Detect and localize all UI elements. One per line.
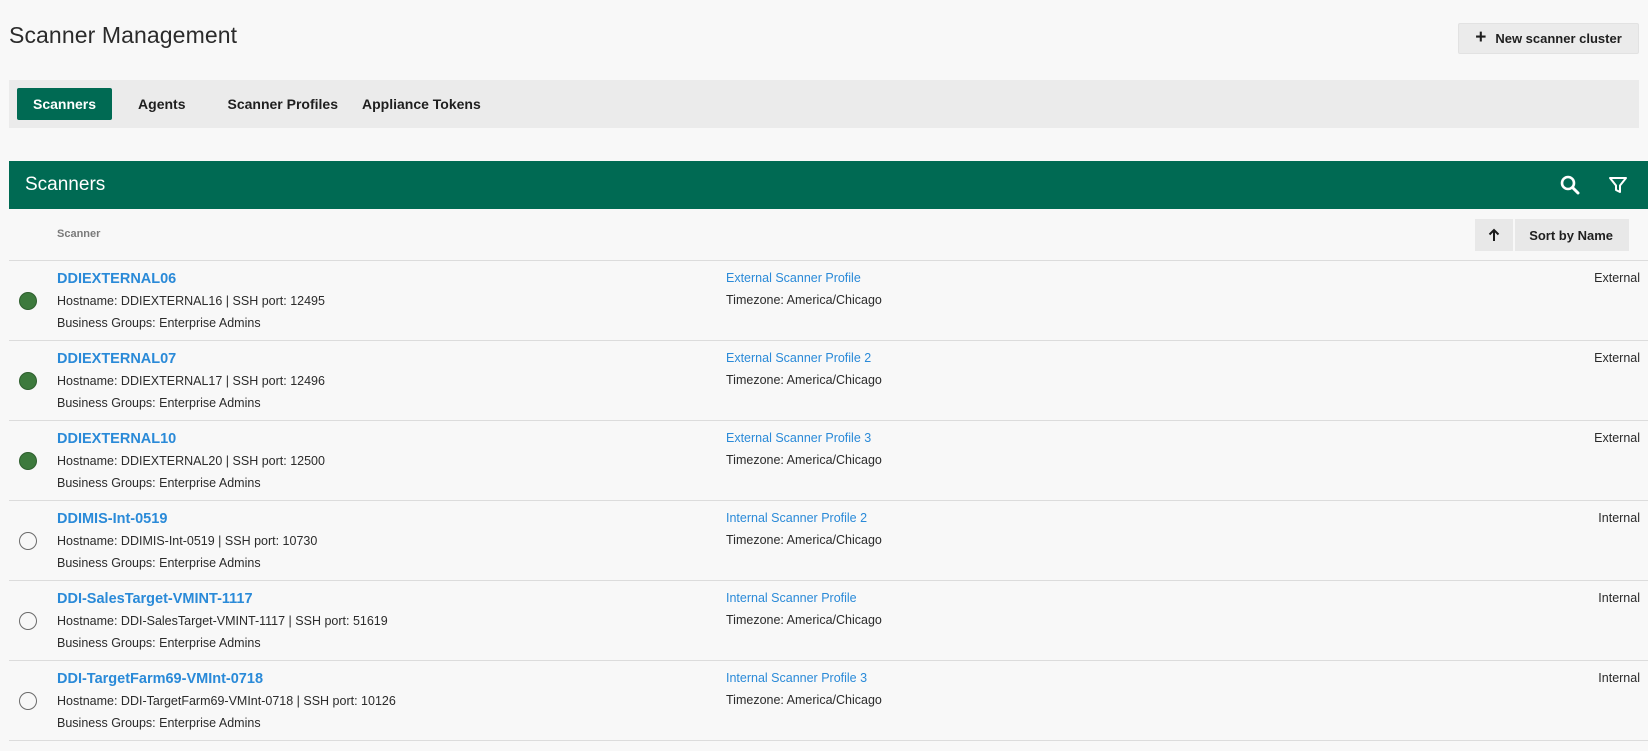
scanner-timezone: Timezone: America/Chicago <box>726 533 882 547</box>
scanner-list: DDIEXTERNAL06 Hostname: DDIEXTERNAL16 | S… <box>9 261 1648 741</box>
scanner-row: DDIEXTERNAL06 Hostname: DDIEXTERNAL16 | S… <box>9 261 1648 341</box>
status-indicator-icon <box>19 292 37 310</box>
scanner-row: DDIEXTERNAL07 Hostname: DDIEXTERNAL17 | S… <box>9 341 1648 421</box>
scanner-business-groups: Business Groups: Enterprise Admins <box>57 556 261 570</box>
scanner-profile-link[interactable]: Internal Scanner Profile <box>726 591 857 605</box>
plus-icon: + <box>1475 27 1487 48</box>
scanner-hostname: Hostname: DDIEXTERNAL16 | SSH port: 1249… <box>57 294 325 308</box>
tabs-bar: Scanners Agents Scanner Profiles Applian… <box>9 80 1639 128</box>
sort-controls: Sort by Name <box>1475 219 1629 251</box>
scanner-business-groups: Business Groups: Enterprise Admins <box>57 636 261 650</box>
scanner-timezone: Timezone: America/Chicago <box>726 373 882 387</box>
scanner-row: DDIMIS-Int-0519 Hostname: DDIMIS-Int-0519… <box>9 501 1648 581</box>
scanner-row: DDI-TargetFarm69-VMInt-0718 Hostname: DDI… <box>9 661 1648 741</box>
arrow-up-icon <box>1488 228 1500 241</box>
scanner-type: External <box>1594 351 1640 365</box>
scanner-name-link[interactable]: DDI-SalesTarget-VMINT-1117 <box>57 591 253 607</box>
scanners-panel: Scanners Scanner Sort by Name DDIEXTERNA… <box>9 161 1648 751</box>
tab-scanners[interactable]: Scanners <box>17 88 113 120</box>
scanner-hostname: Hostname: DDIEXTERNAL20 | SSH port: 1250… <box>57 454 325 468</box>
scanner-profile-link[interactable]: Internal Scanner Profile 3 <box>726 671 867 685</box>
scanner-business-groups: Business Groups: Enterprise Admins <box>57 476 261 490</box>
status-indicator-icon <box>19 692 37 710</box>
scanner-timezone: Timezone: America/Chicago <box>726 293 882 307</box>
scanner-row: DDI-SalesTarget-VMINT-1117 Hostname: DDI-… <box>9 581 1648 661</box>
panel-title: Scanners <box>25 174 106 195</box>
scanner-name-link[interactable]: DDIEXTERNAL06 <box>57 271 176 287</box>
status-indicator-icon <box>19 452 37 470</box>
scanner-hostname: Hostname: DDI-TargetFarm69-VMInt-0718 | … <box>57 694 396 708</box>
scanner-name-link[interactable]: DDIMIS-Int-0519 <box>57 511 167 527</box>
scanner-hostname: Hostname: DDIMIS-Int-0519 | SSH port: 10… <box>57 534 318 548</box>
scanner-type: External <box>1594 431 1640 445</box>
new-scanner-cluster-label: New scanner cluster <box>1495 31 1622 46</box>
status-indicator-icon <box>19 612 37 630</box>
tab-agents[interactable]: Agents <box>118 88 205 120</box>
page-header: Scanner Management + New scanner cluster <box>9 20 1639 56</box>
sort-by-name-button[interactable]: Sort by Name <box>1515 219 1629 251</box>
scanner-type: External <box>1594 271 1640 285</box>
scanner-name-link[interactable]: DDIEXTERNAL10 <box>57 431 176 447</box>
scanner-profile-link[interactable]: External Scanner Profile 2 <box>726 351 871 365</box>
new-scanner-cluster-button[interactable]: + New scanner cluster <box>1458 23 1639 54</box>
tab-scanner-profiles[interactable]: Scanner Profiles <box>210 88 355 120</box>
panel-actions <box>1546 161 1642 209</box>
scanner-profile-link[interactable]: External Scanner Profile <box>726 271 861 285</box>
scanner-timezone: Timezone: America/Chicago <box>726 613 882 627</box>
column-header: Scanner Sort by Name <box>9 209 1648 261</box>
scanner-timezone: Timezone: America/Chicago <box>726 453 882 467</box>
filter-icon[interactable] <box>1594 161 1642 209</box>
column-label-scanner: Scanner <box>57 228 101 240</box>
status-indicator-icon <box>19 372 37 390</box>
scanner-name-link[interactable]: DDIEXTERNAL07 <box>57 351 176 367</box>
scanner-type: Internal <box>1598 671 1640 685</box>
scanner-name-link[interactable]: DDI-TargetFarm69-VMInt-0718 <box>57 671 263 687</box>
scanner-profile-link[interactable]: External Scanner Profile 3 <box>726 431 871 445</box>
scanner-profile-link[interactable]: Internal Scanner Profile 2 <box>726 511 867 525</box>
scanner-type: Internal <box>1598 511 1640 525</box>
scanner-row: DDIEXTERNAL10 Hostname: DDIEXTERNAL20 | S… <box>9 421 1648 501</box>
tab-appliance-tokens[interactable]: Appliance Tokens <box>354 88 489 120</box>
page-title: Scanner Management <box>9 22 238 48</box>
panel-header: Scanners <box>9 161 1648 209</box>
scanner-business-groups: Business Groups: Enterprise Admins <box>57 316 261 330</box>
scanner-type: Internal <box>1598 591 1640 605</box>
scanner-hostname: Hostname: DDIEXTERNAL17 | SSH port: 1249… <box>57 374 325 388</box>
search-icon[interactable] <box>1546 161 1594 209</box>
scanner-business-groups: Business Groups: Enterprise Admins <box>57 716 261 730</box>
scanner-hostname: Hostname: DDI-SalesTarget-VMINT-1117 | S… <box>57 614 388 628</box>
scanner-timezone: Timezone: America/Chicago <box>726 693 882 707</box>
scanner-business-groups: Business Groups: Enterprise Admins <box>57 396 261 410</box>
sort-direction-button[interactable] <box>1475 219 1514 251</box>
status-indicator-icon <box>19 532 37 550</box>
